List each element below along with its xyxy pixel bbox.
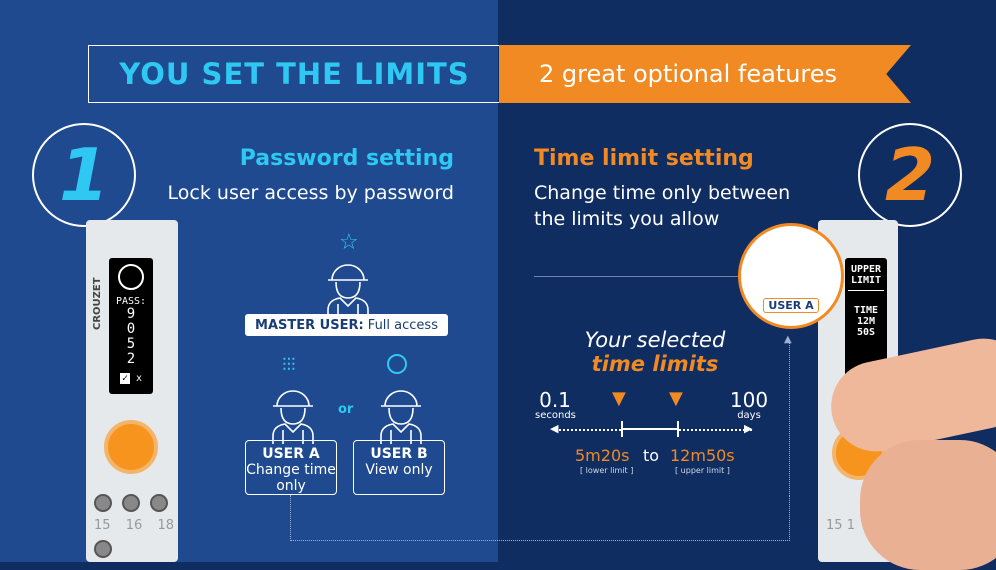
master-user-label: MASTER USER: Full access <box>245 314 448 336</box>
terminal-label: 1 <box>846 518 855 533</box>
upper-limit-value: 12m50s <box>670 446 735 465</box>
banner-left-title: YOU SET THE LIMITS <box>88 45 500 103</box>
terminal-label: 16 <box>125 518 143 533</box>
or-label: or <box>338 402 354 417</box>
user-a-desc: only <box>276 478 306 494</box>
connector-line <box>290 495 790 541</box>
heading-line: Your selected <box>584 328 726 352</box>
feature2-title: Time limit setting <box>534 146 754 171</box>
user-b-desc: View only <box>365 462 433 478</box>
user-a-badge: USER A <box>738 223 844 329</box>
min-range: 0.1 seconds <box>535 388 576 421</box>
connector-line <box>789 340 790 496</box>
terminal-label: 15 <box>826 518 843 533</box>
pass-digit: 9 <box>126 306 136 322</box>
screen-line: TIME <box>853 305 879 316</box>
star-icon: ☆ <box>339 230 359 255</box>
arrow-up-icon: ▲ <box>784 334 792 345</box>
feature2-subtitle: Change time only between the limits you a… <box>534 180 790 232</box>
pass-digit: 2 <box>126 351 136 367</box>
brand-logo: CROUZET <box>92 277 103 330</box>
settings-sliders-icon: ⫶⫶⫶ <box>282 355 296 376</box>
user-b-icon <box>380 390 422 444</box>
timer-device-left: CROUZET PASS: 9052 ✓ x 15 16 18 <box>86 220 178 562</box>
terminal-screw <box>122 494 140 512</box>
terminal-screw <box>94 540 112 558</box>
user-a-box: USER A Change time only <box>245 440 337 495</box>
max-value: 100 <box>729 388 769 412</box>
min-value: 0.1 <box>539 388 571 412</box>
terminal-labels: 15 16 18 <box>94 518 174 533</box>
master-user-role: MASTER USER: <box>255 317 364 333</box>
terminal-screw <box>150 494 168 512</box>
user-b-box: USER B View only <box>353 440 445 495</box>
subtitle-line: Change time only between <box>534 182 791 204</box>
banner-right-title: 2 great optional features <box>499 45 911 103</box>
adjust-knob[interactable] <box>104 420 158 474</box>
feature-number-2: 2 <box>858 123 962 227</box>
master-user-icon <box>327 264 369 318</box>
screen-title: LIMIT <box>850 275 882 286</box>
confirm-icon[interactable]: ✓ <box>119 373 130 384</box>
min-unit: seconds <box>535 410 576 421</box>
user-a-badge-label: USER A <box>763 298 819 313</box>
thumb-image <box>860 440 996 570</box>
terminal-label: 18 <box>157 518 174 533</box>
lower-limit-value: 5m20s <box>575 446 630 465</box>
lower-arrow-icon: ▼ <box>612 388 626 409</box>
crouzet-logo-icon <box>118 264 144 290</box>
subtitle-line: the limits you allow <box>534 208 720 230</box>
time-limits-heading: Your selected time limits <box>560 328 750 376</box>
pass-digit: 0 <box>126 321 136 337</box>
screen-title: UPPER <box>850 264 882 275</box>
feature1-subtitle: Lock user access by password <box>167 182 454 204</box>
selected-range <box>621 421 679 437</box>
to-label: to <box>643 446 660 465</box>
heading-line: time limits <box>591 352 719 376</box>
feature1-title: Password setting <box>239 146 454 171</box>
right-arrow-icon: ▶ <box>744 422 753 435</box>
user-a-icon <box>272 390 314 444</box>
feature-number-1: 1 <box>32 123 136 227</box>
user-a-desc: Change time <box>246 462 336 478</box>
device-screen: PASS: 9052 ✓ x <box>109 258 153 394</box>
upper-arrow-icon: ▼ <box>669 388 683 409</box>
max-range: 100 days <box>727 390 771 421</box>
master-user-access: Full access <box>363 317 438 333</box>
lower-limit-label: [ lower limit ] <box>580 466 634 475</box>
divider <box>534 276 744 277</box>
screen-line: 12M <box>856 316 876 327</box>
terminal-label: 15 <box>94 518 111 533</box>
terminal-labels: 15 1 <box>826 518 855 533</box>
left-arrow-icon: ◀ <box>550 422 559 435</box>
upper-limit-label: [ upper limit ] <box>675 466 730 475</box>
cancel-icon[interactable]: x <box>136 373 142 384</box>
magnifier-icon <box>387 354 407 374</box>
screen-line: 50S <box>856 327 876 338</box>
user-a-title: USER A <box>262 446 320 462</box>
pass-digit: 5 <box>126 336 136 352</box>
terminal-screw <box>94 494 112 512</box>
user-b-title: USER B <box>370 446 428 462</box>
